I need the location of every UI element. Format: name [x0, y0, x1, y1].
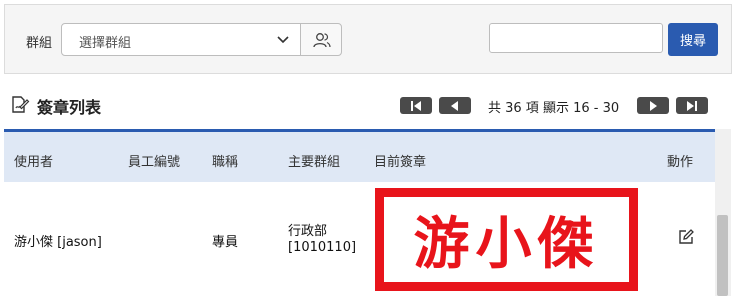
- pager-next-button[interactable]: [637, 97, 669, 114]
- group-label: 群組: [26, 36, 53, 51]
- search-input[interactable]: [489, 23, 663, 53]
- column-actions: 動作: [667, 155, 694, 170]
- filter-bar: 群組 選擇群組 搜尋: [4, 4, 732, 74]
- search-button[interactable]: 搜尋: [668, 23, 718, 56]
- scrollbar-thumb[interactable]: [717, 215, 728, 296]
- scrollbar[interactable]: [715, 129, 731, 296]
- cell-user: 游小傑 [jason]: [14, 235, 102, 250]
- cell-group-name: 行政部: [288, 224, 328, 239]
- column-employee-id: 員工編號: [128, 155, 181, 170]
- pager-first-button[interactable]: [400, 97, 432, 114]
- next-page-icon: [650, 101, 657, 111]
- signature-image: 游小傑: [375, 188, 638, 291]
- column-title: 職稱: [212, 155, 239, 170]
- column-main-group: 主要群組: [288, 155, 341, 170]
- list-title: 簽章列表: [37, 98, 102, 117]
- edit-button[interactable]: [676, 228, 696, 248]
- column-user: 使用者: [14, 155, 54, 170]
- chevron-down-icon: [277, 36, 289, 44]
- prev-page-icon: [451, 101, 458, 111]
- cell-title: 專員: [212, 235, 239, 250]
- cell-group-code: [1010110]: [288, 240, 357, 255]
- pager-last-button[interactable]: [676, 97, 708, 114]
- users-icon: [313, 33, 331, 48]
- edit-icon: [679, 229, 694, 244]
- pager-info: 共 36 項 顯示 16 - 30: [488, 101, 620, 116]
- signature-list-icon: [12, 96, 30, 113]
- group-picker-button[interactable]: [300, 23, 342, 56]
- last-page-icon: [687, 101, 697, 111]
- group-select[interactable]: 選擇群組: [61, 23, 301, 56]
- column-current-signature: 目前簽章: [374, 155, 427, 170]
- signature-text: 游小傑: [413, 211, 600, 277]
- table-row[interactable]: 游小傑 [jason] 專員 行政部 [1010110] 游小傑: [4, 182, 715, 296]
- group-select-value: 選擇群組: [79, 36, 132, 51]
- pager-prev-button[interactable]: [439, 97, 471, 114]
- table-header: 使用者 員工編號 職稱 主要群組 目前簽章 動作: [4, 129, 715, 182]
- first-page-icon: [411, 101, 421, 111]
